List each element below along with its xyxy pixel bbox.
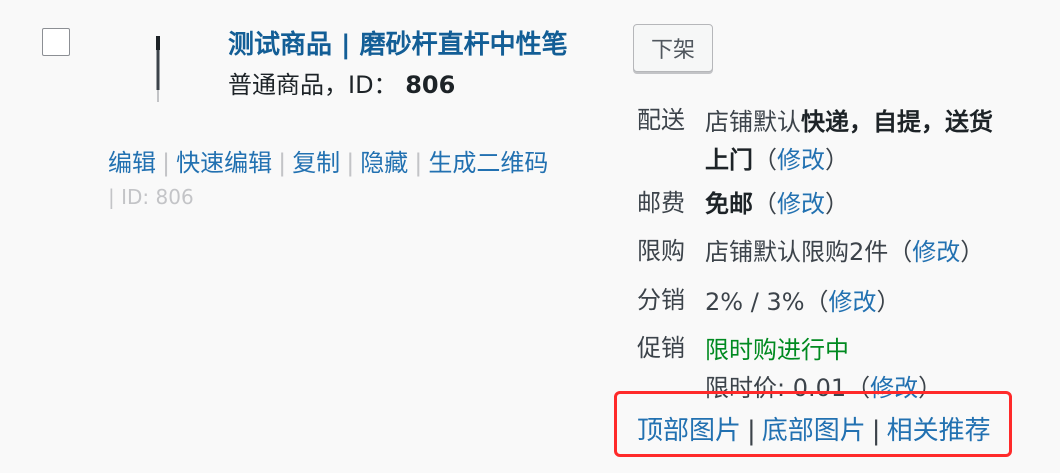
limit-label: 限购 (637, 237, 685, 265)
delivery-label: 配送 (637, 106, 685, 134)
delivery-value-line2: 上门（修改） (705, 146, 849, 174)
bottom-image-link[interactable]: 底部图片 (762, 416, 866, 446)
product-type-id: 普通商品，ID： 806 (228, 65, 455, 100)
copy-link[interactable]: 复制 (292, 149, 340, 177)
shipping-fee-value: 免邮（修改） (705, 190, 849, 218)
quick-edit-link[interactable]: 快速编辑 (176, 149, 272, 177)
related-recommend-link[interactable]: 相关推荐 (887, 416, 991, 446)
select-checkbox[interactable] (42, 28, 70, 56)
promotion-label: 促销 (637, 334, 685, 362)
row-actions: 编辑 | 快速编辑 | 复制 | 隐藏 | 生成二维码 (108, 149, 549, 177)
product-thumbnail[interactable] (150, 32, 166, 104)
promotion-status: 限时购进行中 (705, 336, 849, 364)
promotion-price: 限时价: 0.01（修改） (705, 374, 943, 402)
modify-promotion-link[interactable]: 修改 (870, 374, 918, 402)
distribution-label: 分销 (637, 286, 685, 314)
delivery-value: 店铺默认快递，自提，送货 (705, 108, 993, 136)
shipping-fee-label: 邮费 (637, 189, 685, 217)
product-type-label: 普通商品，ID： (228, 71, 398, 99)
image-links: 顶部图片 | 底部图片 | 相关推荐 (637, 416, 991, 446)
id-hint: | ID: 806 (108, 185, 194, 209)
distribution-value: 2% / 3%（修改） (705, 288, 901, 316)
product-title-link[interactable]: 测试商品 | 磨砂杆直杆中性笔 (228, 24, 568, 61)
modify-limit-link[interactable]: 修改 (912, 238, 960, 266)
unlist-button[interactable]: 下架 (633, 24, 713, 72)
product-id: 806 (405, 71, 456, 99)
limit-value: 店铺默认限购2件（修改） (705, 238, 985, 266)
top-image-link[interactable]: 顶部图片 (637, 416, 741, 446)
modify-distribution-link[interactable]: 修改 (829, 288, 877, 316)
modify-shipping-link[interactable]: 修改 (777, 190, 825, 218)
edit-link[interactable]: 编辑 (108, 149, 156, 177)
hide-link[interactable]: 隐藏 (360, 149, 408, 177)
generate-qrcode-link[interactable]: 生成二维码 (428, 149, 548, 177)
modify-delivery-link[interactable]: 修改 (777, 146, 825, 174)
